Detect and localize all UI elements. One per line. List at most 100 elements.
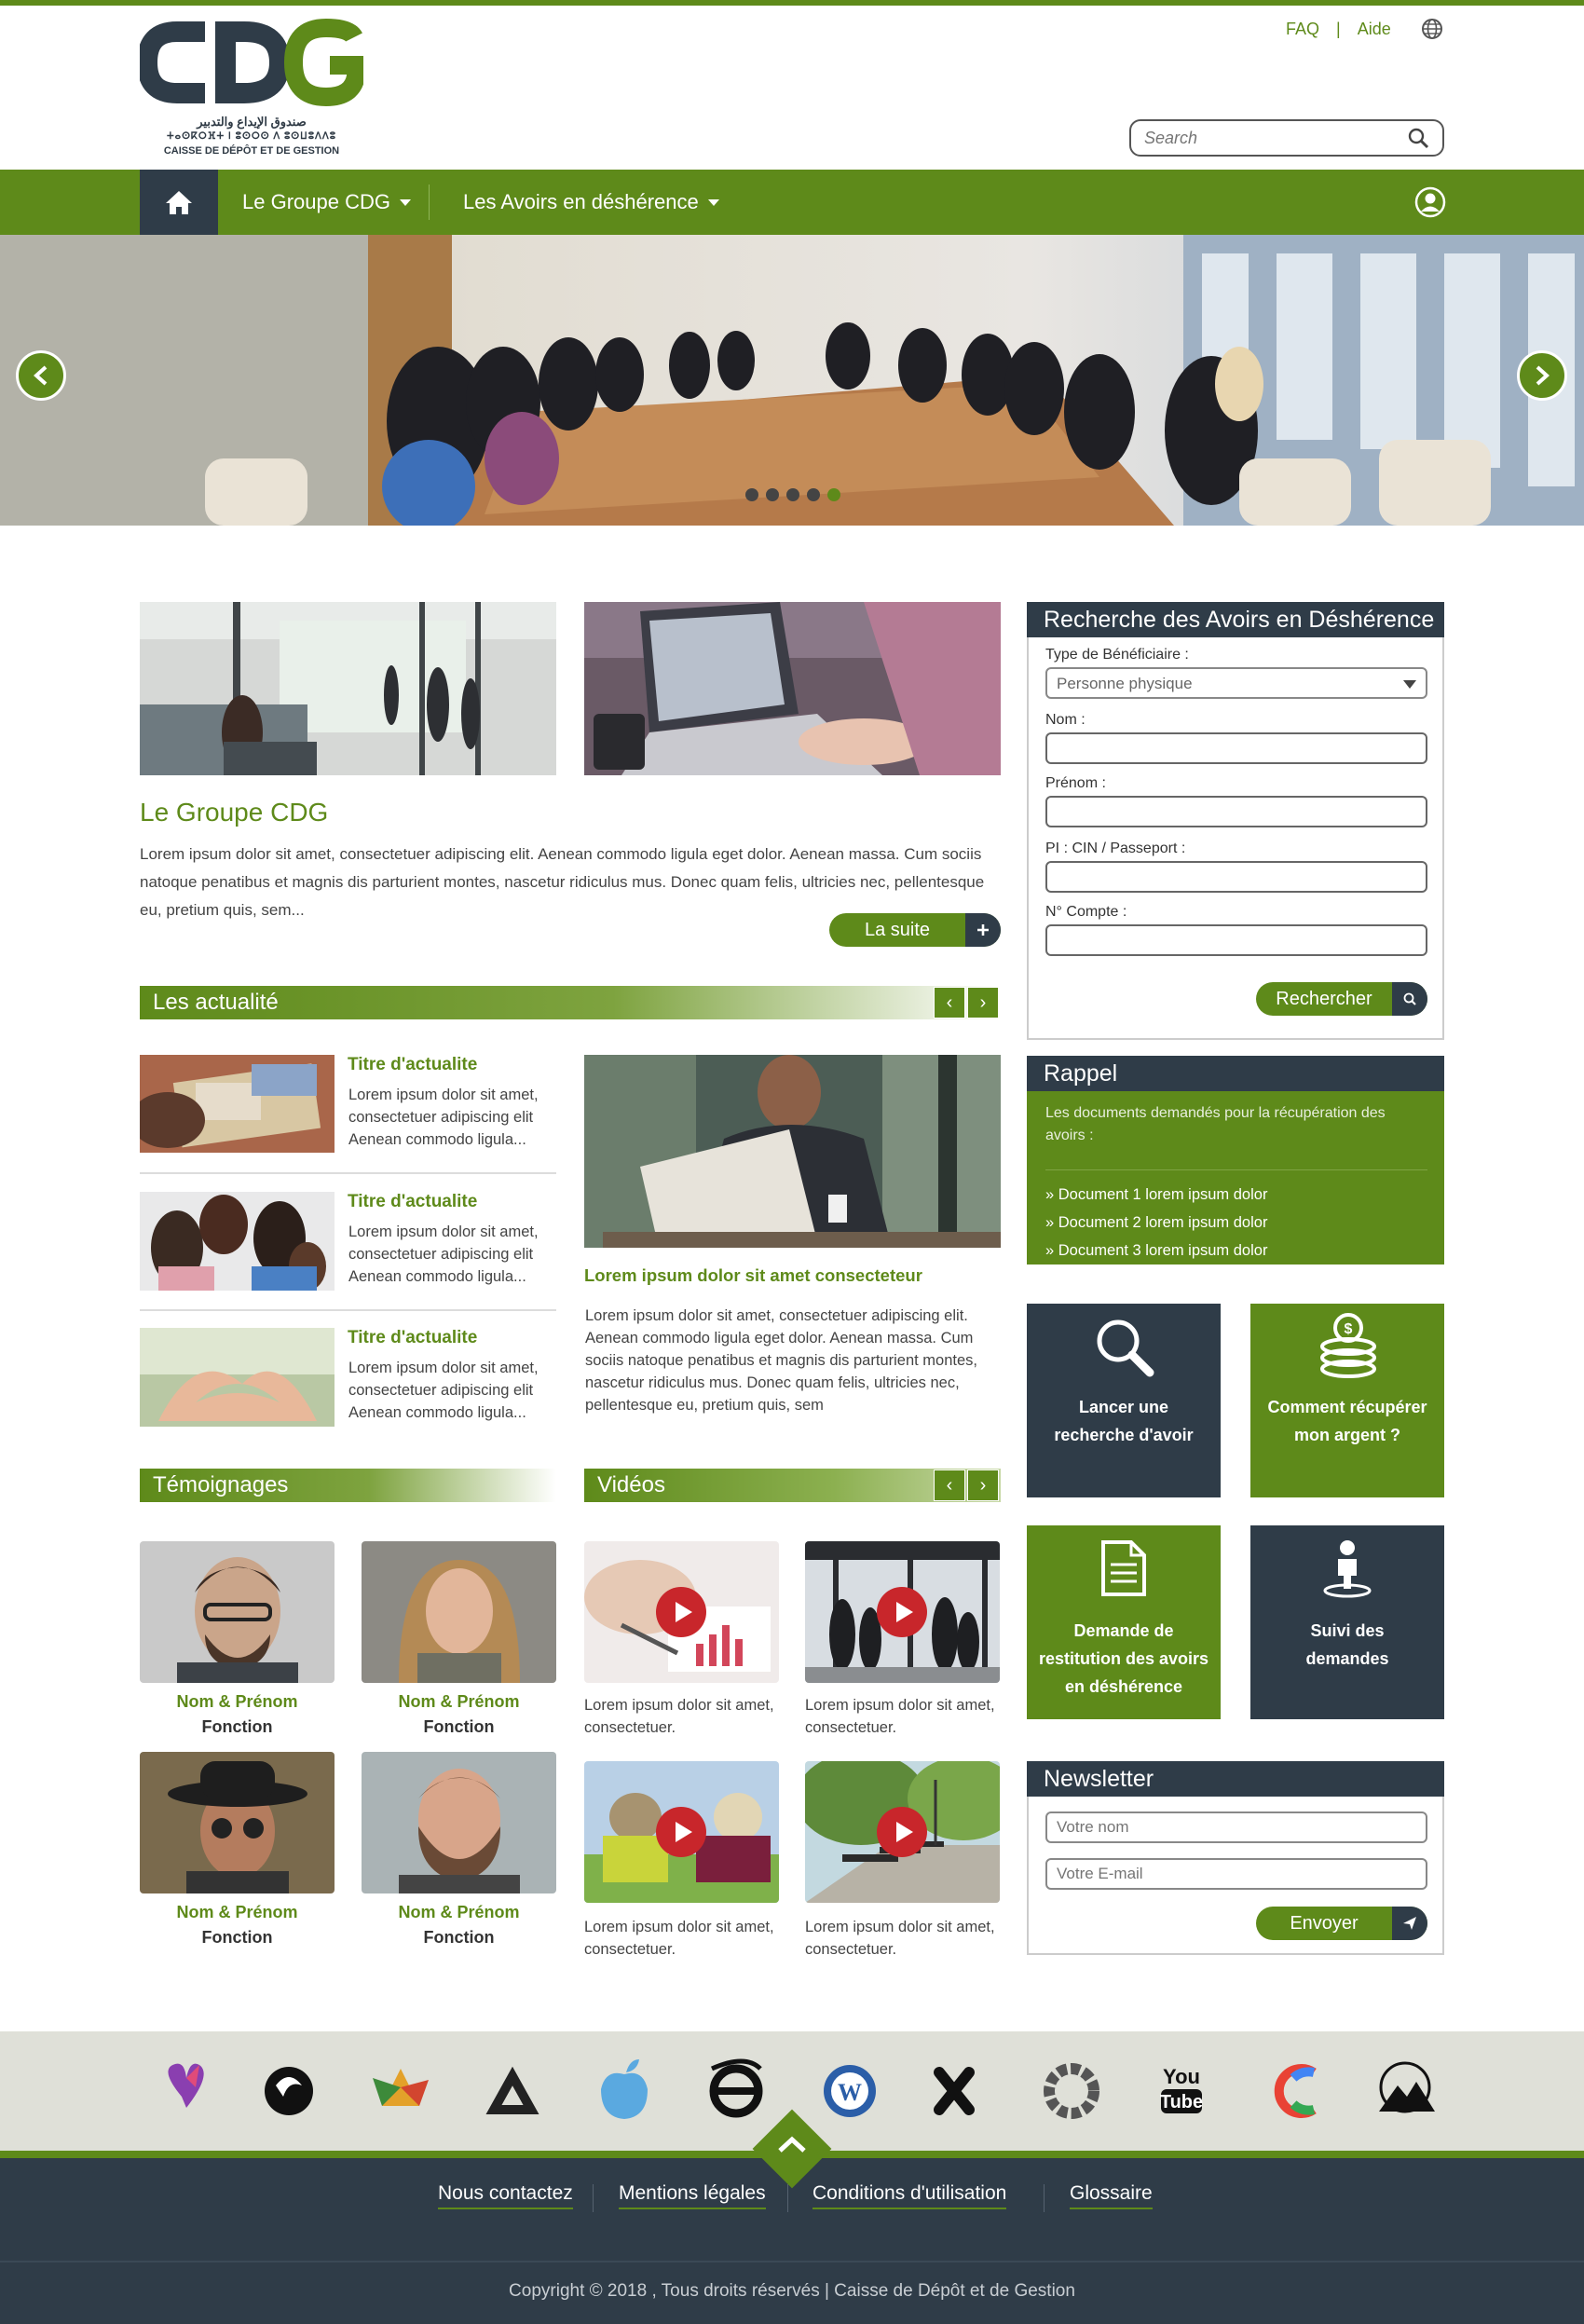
rappel-doc-item[interactable]: » Document 3 lorem ipsum dolor xyxy=(1045,1237,1267,1265)
videos-prev-button[interactable]: ‹ xyxy=(934,1470,965,1501)
tile-comment-recuperer[interactable]: $ Comment récupérer mon argent ? xyxy=(1250,1304,1444,1497)
prenom-field xyxy=(1045,796,1427,827)
news-item-title[interactable]: Titre d'actualite xyxy=(348,1055,477,1075)
tile-label-line: en déshérence xyxy=(1064,1677,1183,1696)
svg-text:$: $ xyxy=(1345,1321,1353,1337)
news-thumb-2[interactable] xyxy=(140,1192,335,1291)
svg-text:You: You xyxy=(1163,2065,1200,2088)
footer-link-contact[interactable]: Nous contactez xyxy=(438,2182,573,2209)
nav-item-avoirs[interactable]: Les Avoirs en déshérence xyxy=(463,170,719,235)
recherche-title: Recherche des Avoirs en Déshérence xyxy=(1027,602,1444,637)
testimonial-photo-4[interactable] xyxy=(362,1752,556,1893)
tile-label-line: Lancer une xyxy=(1078,1398,1169,1416)
actualites-prev-button[interactable]: ‹ xyxy=(934,987,965,1018)
video-text: Lorem ipsum dolor sit amet, consectetuer… xyxy=(584,1697,774,1736)
footer-link-conditions[interactable]: Conditions d'utilisation xyxy=(812,2182,1007,2209)
footer-link-separator xyxy=(787,2184,788,2212)
play-icon[interactable] xyxy=(877,1587,927,1637)
hero-dot-active[interactable] xyxy=(827,488,840,501)
hero-dot[interactable] xyxy=(745,488,758,501)
groupe-photo-laptop xyxy=(584,602,1001,775)
hero-next-button[interactable] xyxy=(1517,350,1567,401)
pi-label: PI : CIN / Passeport : xyxy=(1045,841,1186,856)
compte-input[interactable] xyxy=(1047,926,1426,954)
video-thumb-4[interactable] xyxy=(805,1761,1000,1903)
videos-next-button[interactable]: › xyxy=(967,1470,999,1501)
search-icon[interactable] xyxy=(1407,127,1429,149)
tile-suivi-demandes[interactable]: Suivi des demandes xyxy=(1250,1525,1444,1719)
globe-icon[interactable] xyxy=(1421,18,1443,40)
newsletter-email-input[interactable] xyxy=(1047,1860,1426,1888)
rappel-doc-item[interactable]: » Document 1 lorem ipsum dolor xyxy=(1045,1181,1267,1209)
actualites-header: Les actualité xyxy=(140,986,1001,1019)
featured-news-photo[interactable] xyxy=(584,1055,1001,1248)
partner-youtube-icon: You Tube xyxy=(1160,2065,1203,2113)
rappel-doc-label: Document 3 lorem ipsum dolor xyxy=(1058,1242,1268,1259)
user-account-icon[interactable] xyxy=(1414,186,1446,218)
tile-label-line: demandes xyxy=(1305,1649,1389,1668)
testimonial-photo-3[interactable] xyxy=(140,1752,335,1893)
newsletter-send-label: Envoyer xyxy=(1290,1912,1359,1934)
chevron-left-icon xyxy=(34,365,48,386)
video-text: Lorem ipsum dolor sit amet, consectetuer… xyxy=(805,1919,995,1958)
rechercher-button[interactable]: Rechercher xyxy=(1256,982,1427,1016)
cdg-logo[interactable]: صندوق الإيداع والتدبير ⵜⴰⵙⴽⵔⴼⵜ ⵏ ⵓⵙⵔⵙ ⴷ … xyxy=(140,19,363,158)
testimonial-name: Nom & Prénom xyxy=(176,1903,298,1921)
chevron-up-icon xyxy=(778,2136,806,2153)
tile-label-line: Suivi des xyxy=(1310,1621,1385,1640)
hero-dot[interactable] xyxy=(766,488,779,501)
rappel-doc-item[interactable]: » Document 2 lorem ipsum dolor xyxy=(1045,1209,1267,1237)
nav-item-groupe[interactable]: Le Groupe CDG xyxy=(242,170,411,235)
search-input[interactable] xyxy=(1144,128,1396,148)
testimonial-photo-1[interactable] xyxy=(140,1541,335,1683)
video-thumb-2[interactable] xyxy=(805,1541,1000,1683)
groupe-more-button[interactable]: La suite xyxy=(829,913,1001,947)
double-chevron-icon: » xyxy=(1045,1242,1058,1259)
news-thumb-3[interactable] xyxy=(140,1328,335,1427)
video-thumb-1[interactable] xyxy=(584,1541,779,1683)
hero-dot[interactable] xyxy=(807,488,820,501)
play-icon[interactable] xyxy=(656,1587,706,1637)
footer-link-glossaire[interactable]: Glossaire xyxy=(1070,2182,1153,2209)
news-item-title[interactable]: Titre d'actualite xyxy=(348,1328,477,1348)
pi-input[interactable] xyxy=(1047,863,1426,891)
aide-link[interactable]: Aide xyxy=(1358,20,1391,39)
news-item-text: Lorem ipsum dolor sit amet, consectetuer… xyxy=(348,1360,539,1421)
coins-icon: $ xyxy=(1320,1313,1376,1378)
video-thumb-3[interactable] xyxy=(584,1761,779,1903)
faq-link[interactable]: FAQ xyxy=(1286,20,1319,39)
tile-lancer-recherche[interactable]: Lancer une recherche d'avoir xyxy=(1027,1304,1221,1497)
nom-input[interactable] xyxy=(1047,734,1426,762)
testimonial-name: Nom & Prénom xyxy=(398,1692,520,1711)
nom-label: Nom : xyxy=(1045,712,1086,728)
home-button[interactable] xyxy=(140,170,218,235)
actualites-next-button[interactable]: › xyxy=(967,987,999,1018)
hero-prev-button[interactable] xyxy=(16,350,66,401)
document-icon xyxy=(1101,1540,1146,1596)
double-chevron-icon: » xyxy=(1045,1186,1058,1203)
newsletter-name-input[interactable] xyxy=(1047,1813,1426,1841)
nav-separator xyxy=(429,185,430,220)
chevron-right-icon xyxy=(1536,365,1550,386)
news-item-title[interactable]: Titre d'actualite xyxy=(348,1192,477,1212)
news-item-text: Lorem ipsum dolor sit amet, consectetuer… xyxy=(348,1087,539,1148)
news-thumb-1[interactable] xyxy=(140,1055,335,1153)
footer-link-mentions[interactable]: Mentions légales xyxy=(619,2182,766,2209)
newsletter-send-button[interactable]: Envoyer xyxy=(1256,1907,1427,1940)
rappel-doc-label: Document 1 lorem ipsum dolor xyxy=(1058,1186,1268,1203)
testimonial-name: Nom & Prénom xyxy=(398,1903,520,1921)
news-divider xyxy=(140,1309,556,1311)
cdg-logo-mark xyxy=(140,19,363,107)
play-icon[interactable] xyxy=(656,1807,706,1857)
play-icon[interactable] xyxy=(877,1807,927,1857)
partner-swirl-icon xyxy=(265,2067,313,2115)
temoignages-header: Témoignages xyxy=(140,1469,556,1502)
testimonial-photo-2[interactable] xyxy=(362,1541,556,1683)
tile-demande-restitution[interactable]: Demande de restitution des avoirs en dés… xyxy=(1027,1525,1221,1719)
newsletter-name-field xyxy=(1045,1811,1427,1843)
prenom-input[interactable] xyxy=(1047,798,1426,826)
hero-dot[interactable] xyxy=(786,488,799,501)
news-divider xyxy=(140,1172,556,1174)
featured-news-title[interactable]: Lorem ipsum dolor sit amet consecteteur xyxy=(584,1265,922,1286)
type-select[interactable]: Personne physique xyxy=(1045,667,1427,699)
